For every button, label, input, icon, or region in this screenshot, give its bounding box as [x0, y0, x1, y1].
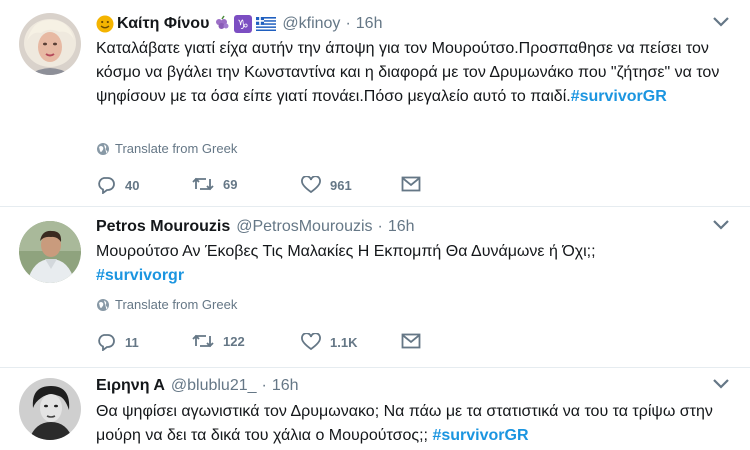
smile-emoji-icon — [96, 15, 114, 33]
tweet[interactable]: Καίτη Φίνου ♑ @kfinoy · 16h Καταλάβατε γ… — [0, 0, 750, 207]
hashtag-link[interactable]: #survivorgr — [96, 264, 736, 288]
display-name[interactable]: Καίτη Φίνου — [117, 15, 209, 33]
hashtag-link[interactable]: #survivorGR — [432, 427, 528, 444]
globe-icon — [97, 298, 109, 311]
envelope-icon — [401, 176, 421, 192]
display-name[interactable]: Petros Mourouzis — [96, 218, 230, 236]
like-button[interactable]: 961 — [301, 176, 352, 194]
direct-message-button[interactable] — [401, 333, 421, 349]
retweet-count: 122 — [223, 333, 245, 349]
avatar[interactable] — [19, 221, 81, 283]
tweet-header: Petros Mourouzis @PetrosMourouzis · 16h — [96, 215, 415, 239]
envelope-icon — [401, 333, 421, 349]
tweet-body: Μουρούτσο Αν Έκοβες Τις Μαλακίες Η Εκπομ… — [96, 243, 596, 260]
reply-button[interactable]: 40 — [96, 176, 139, 194]
retweet-icon — [192, 334, 214, 348]
handle[interactable]: @blublu21_ — [171, 377, 257, 395]
like-button[interactable]: 1.1K — [301, 333, 357, 351]
reply-count: 40 — [125, 177, 140, 193]
tweet-text: Μουρούτσο Αν Έκοβες Τις Μαλακίες Η Εκπομ… — [96, 240, 736, 288]
grapes-emoji-icon — [213, 15, 231, 33]
timestamp[interactable]: 16h — [356, 15, 383, 33]
globe-icon — [97, 142, 109, 155]
timestamp[interactable]: 16h — [388, 218, 415, 236]
handle[interactable]: @PetrosMourouzis — [236, 218, 372, 236]
chevron-down-icon[interactable] — [710, 217, 732, 233]
reply-count: 11 — [125, 334, 139, 350]
timestamp[interactable]: 16h — [272, 377, 299, 395]
translate-label: Translate from Greek — [115, 297, 238, 312]
tweet-body: Θα ψηφίσει αγωνιστικά τον Δρυμωνακο; Να … — [96, 403, 713, 444]
retweet-count: 69 — [223, 176, 238, 192]
tweet-header: Ειρηνη Α @blublu21_ · 16h — [96, 374, 299, 398]
avatar[interactable] — [19, 378, 81, 440]
capricorn-emoji-icon: ♑ — [234, 15, 253, 33]
like-count: 1.1K — [330, 334, 358, 350]
tweet-header: Καίτη Φίνου ♑ @kfinoy · 16h — [96, 12, 382, 36]
reply-icon — [98, 177, 115, 194]
translate-link[interactable]: Translate from Greek — [96, 141, 237, 156]
svg-text:♑: ♑ — [238, 18, 250, 33]
chevron-down-icon[interactable] — [710, 376, 732, 392]
translate-link[interactable]: Translate from Greek — [96, 297, 237, 312]
tweet-text: Καταλάβατε γιατί είχα αυτήν την άποψη γι… — [96, 37, 736, 109]
retweet-button[interactable]: 69 — [192, 176, 237, 192]
separator-dot: · — [261, 377, 267, 394]
display-name[interactable]: Ειρηνη Α — [96, 377, 165, 395]
greek-flag-icon — [256, 17, 277, 31]
reply-button[interactable]: 11 — [96, 333, 139, 351]
hashtag-link[interactable]: #survivorGR — [571, 88, 667, 105]
heart-icon — [301, 333, 321, 351]
avatar[interactable] — [19, 13, 81, 75]
heart-icon — [301, 176, 321, 194]
tweet[interactable]: Petros Mourouzis @PetrosMourouzis · 16h … — [0, 207, 750, 368]
retweet-icon — [192, 177, 214, 191]
reply-icon — [98, 334, 115, 351]
like-count: 961 — [330, 177, 352, 193]
chevron-down-icon[interactable] — [710, 14, 732, 30]
retweet-button[interactable]: 122 — [192, 333, 245, 349]
separator-dot: · — [345, 15, 351, 32]
direct-message-button[interactable] — [401, 176, 421, 192]
translate-label: Translate from Greek — [115, 141, 238, 156]
tweet[interactable]: Ειρηνη Α @blublu21_ · 16h Θα ψηφίσει αγω… — [0, 368, 750, 450]
handle[interactable]: @kfinoy — [282, 15, 340, 33]
tweet-text: Θα ψηφίσει αγωνιστικά τον Δρυμωνακο; Να … — [96, 400, 736, 448]
separator-dot: · — [377, 218, 383, 235]
